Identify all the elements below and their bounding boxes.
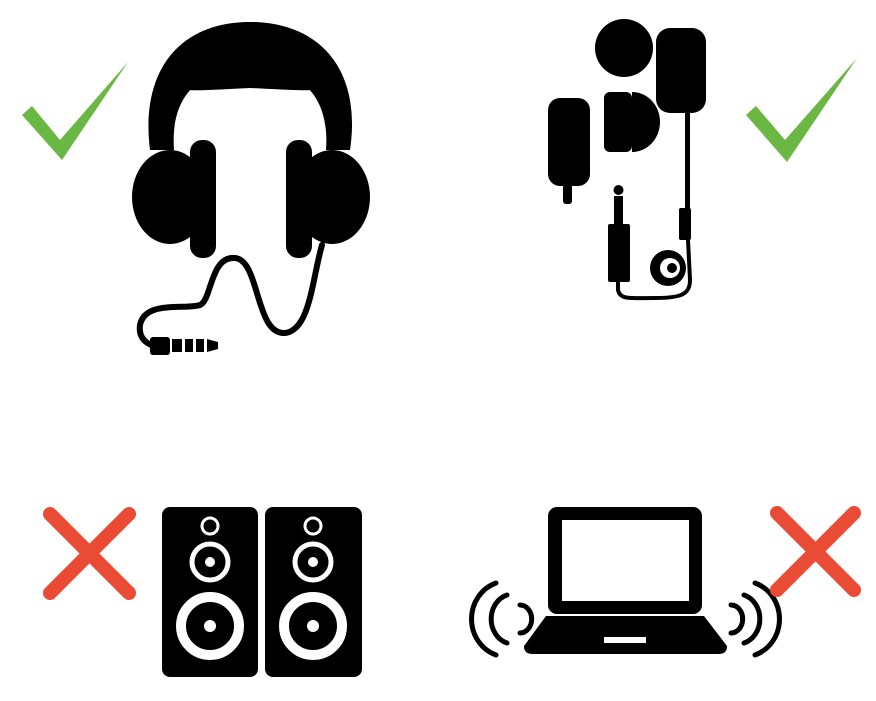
cross-icon — [770, 506, 861, 597]
speaker-left-icon — [162, 507, 258, 677]
over-ear-headphones-icon — [132, 22, 370, 355]
cross-icon — [43, 507, 136, 600]
audio-devices-illustration — [22, 19, 861, 677]
earbuds-icon — [548, 19, 706, 301]
speakers-icon — [162, 507, 362, 677]
checkmark-icon — [22, 62, 128, 160]
laptop-speakers-icon — [469, 507, 782, 658]
speaker-right-icon — [265, 507, 362, 677]
checkmark-icon — [746, 58, 857, 162]
